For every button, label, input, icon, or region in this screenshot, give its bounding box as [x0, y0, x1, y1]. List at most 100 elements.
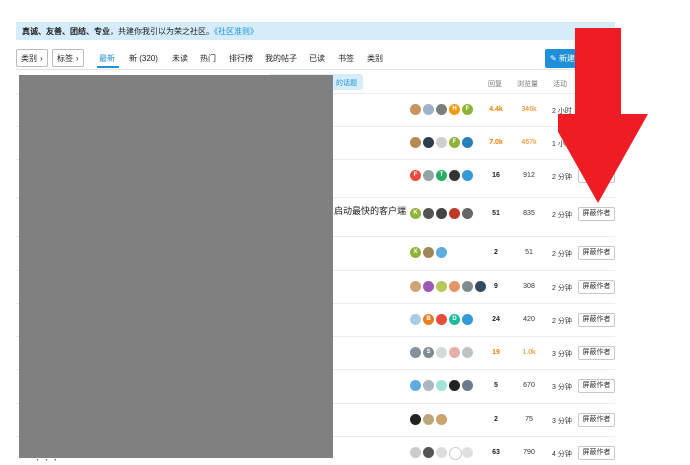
- avatar[interactable]: K: [410, 208, 421, 219]
- avatar[interactable]: [423, 281, 434, 292]
- avatar[interactable]: [410, 104, 421, 115]
- avatar[interactable]: [423, 137, 434, 148]
- avatar[interactable]: [462, 447, 473, 458]
- avatar[interactable]: [462, 208, 473, 219]
- topic-title[interactable]: 启动最快的客户端: [334, 204, 406, 217]
- avatar[interactable]: [436, 447, 447, 458]
- chevron-right-icon: ›: [40, 54, 43, 63]
- avatar[interactable]: [462, 380, 473, 391]
- avatar[interactable]: [462, 281, 473, 292]
- avatar[interactable]: [423, 447, 434, 458]
- avatar[interactable]: [462, 347, 473, 358]
- avatar[interactable]: [462, 137, 473, 148]
- avatar[interactable]: [449, 170, 460, 181]
- avatar[interactable]: [423, 104, 434, 115]
- avatar[interactable]: [436, 137, 447, 148]
- avatar[interactable]: [423, 247, 434, 258]
- avatar[interactable]: [423, 170, 434, 181]
- avatar[interactable]: [449, 380, 460, 391]
- tab-leaderboard[interactable]: 排行榜: [229, 53, 253, 64]
- block-author-button[interactable]: 屏蔽作者: [578, 280, 615, 294]
- tab-categories[interactable]: 类别: [367, 53, 383, 64]
- redaction-block: [19, 75, 333, 458]
- avatar[interactable]: [410, 314, 421, 325]
- avatar[interactable]: F: [449, 137, 460, 148]
- avatar[interactable]: F: [462, 104, 473, 115]
- reply-count: 51: [492, 210, 500, 217]
- topic-nav: 类别 › 标签 › 最新 新 (320) 未读 热门 排行榜 我的帖子 已读 书签 …: [16, 49, 616, 69]
- community-guidelines-link[interactable]: 《社区准则》: [214, 27, 258, 36]
- reply-count: 63: [492, 449, 500, 456]
- activity-time[interactable]: 2 分钟: [552, 283, 572, 293]
- view-count: 346k: [521, 106, 537, 113]
- tab-bookmarks[interactable]: 书签: [338, 53, 354, 64]
- tags-dropdown[interactable]: 标签 ›: [52, 49, 84, 67]
- avatar[interactable]: [436, 281, 447, 292]
- tab-new[interactable]: 新 (320): [129, 53, 158, 64]
- reply-count: 2: [494, 416, 498, 423]
- column-header-replies[interactable]: 回复: [488, 79, 502, 89]
- activity-time[interactable]: 3 分钟: [552, 382, 572, 392]
- tab-read[interactable]: 已读: [309, 53, 325, 64]
- categories-dropdown[interactable]: 类别 ›: [16, 49, 48, 67]
- block-author-button[interactable]: 屏蔽作者: [578, 413, 615, 427]
- column-header-views[interactable]: 浏览量: [517, 79, 538, 89]
- activity-time[interactable]: 2 分钟: [552, 210, 572, 220]
- block-author-button[interactable]: 屏蔽作者: [578, 446, 615, 460]
- avatar[interactable]: [410, 137, 421, 148]
- avatar[interactable]: S: [423, 347, 434, 358]
- reply-count: 16: [492, 172, 500, 179]
- avatar[interactable]: [462, 170, 473, 181]
- activity-time[interactable]: 3 分钟: [552, 416, 572, 426]
- activity-time[interactable]: 3 分钟: [552, 349, 572, 359]
- avatar[interactable]: [436, 414, 447, 425]
- avatar[interactable]: [410, 281, 421, 292]
- avatar[interactable]: [449, 447, 462, 460]
- avatar[interactable]: [423, 380, 434, 391]
- avatar[interactable]: H: [449, 104, 460, 115]
- avatar[interactable]: [449, 281, 460, 292]
- avatar[interactable]: [410, 447, 421, 458]
- avatar[interactable]: [436, 347, 447, 358]
- avatar[interactable]: [436, 314, 447, 325]
- activity-time[interactable]: 2 分钟: [552, 249, 572, 259]
- avatar[interactable]: [449, 347, 460, 358]
- avatar[interactable]: [436, 380, 447, 391]
- categories-dropdown-label: 类别: [21, 54, 37, 63]
- avatar[interactable]: [436, 247, 447, 258]
- avatar[interactable]: [410, 414, 421, 425]
- tab-my-posts[interactable]: 我的帖子: [265, 53, 297, 64]
- block-author-button[interactable]: 屏蔽作者: [578, 246, 615, 260]
- view-count: 75: [525, 416, 533, 423]
- block-author-button[interactable]: 屏蔽作者: [578, 346, 615, 360]
- avatar[interactable]: [410, 347, 421, 358]
- avatar[interactable]: B: [423, 314, 434, 325]
- block-author-button[interactable]: 屏蔽作者: [578, 207, 615, 221]
- avatar[interactable]: D: [449, 314, 460, 325]
- avatar[interactable]: [410, 380, 421, 391]
- activity-time[interactable]: 2 分钟: [552, 316, 572, 326]
- avatar[interactable]: [423, 208, 434, 219]
- avatar[interactable]: T: [436, 170, 447, 181]
- avatar[interactable]: [436, 208, 447, 219]
- avatar[interactable]: [436, 104, 447, 115]
- activity-time[interactable]: 4 分钟: [552, 449, 572, 459]
- tags-dropdown-label: 标签: [57, 54, 73, 63]
- community-banner: 真诚、友善、团结、专业，共建你我引以为荣之社区。《社区准则》: [16, 22, 615, 40]
- tab-unread[interactable]: 未读: [172, 53, 188, 64]
- chevron-right-icon: ›: [76, 54, 79, 63]
- banner-text: ，共建你我引以为荣之社区。: [110, 27, 214, 36]
- reply-count: 4.4k: [489, 106, 503, 113]
- avatar[interactable]: [462, 314, 473, 325]
- tab-latest[interactable]: 最新: [99, 53, 115, 64]
- avatar[interactable]: [423, 414, 434, 425]
- avatar[interactable]: [449, 208, 460, 219]
- edit-icon: ✎: [550, 54, 557, 63]
- block-author-button[interactable]: 屏蔽作者: [578, 313, 615, 327]
- block-author-button[interactable]: 屏蔽作者: [578, 379, 615, 393]
- tab-top[interactable]: 热门: [200, 53, 216, 64]
- reply-count: 9: [494, 283, 498, 290]
- footer-fragment: ・ ・ ・: [34, 457, 59, 464]
- avatar[interactable]: F: [410, 170, 421, 181]
- avatar[interactable]: X: [410, 247, 421, 258]
